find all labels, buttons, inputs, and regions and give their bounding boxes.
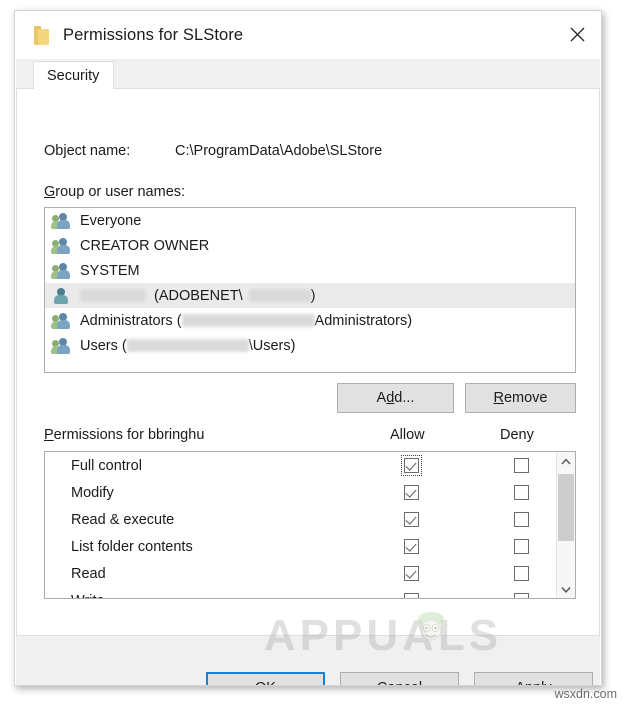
- tab-strip: Security: [16, 59, 600, 89]
- scroll-down-icon[interactable]: [557, 580, 575, 598]
- permission-name: Full control: [71, 457, 142, 474]
- permission-name: Read & execute: [71, 511, 175, 528]
- site-credit: wsxdn.com: [554, 687, 617, 701]
- allow-checkbox[interactable]: [404, 485, 419, 500]
- title-bar: Permissions for SLStore: [15, 11, 601, 59]
- object-name-label: Object name:: [44, 143, 131, 159]
- table-row[interactable]: Read: [45, 560, 556, 587]
- group-icon: [51, 237, 71, 254]
- list-item-label: CREATOR OWNER: [80, 237, 210, 254]
- permission-name: Read: [71, 565, 106, 582]
- close-icon[interactable]: [553, 11, 601, 57]
- table-row[interactable]: Read & execute: [45, 506, 556, 533]
- redacted-username: [80, 289, 146, 302]
- list-item-label: Users (: [80, 337, 127, 354]
- tab-security-label: Security: [47, 67, 100, 84]
- apply-button[interactable]: Apply: [474, 672, 593, 685]
- allow-checkbox[interactable]: [404, 593, 419, 598]
- allow-checkbox[interactable]: [401, 455, 422, 476]
- ok-button[interactable]: OK: [206, 672, 325, 685]
- list-item-suffix: ): [310, 287, 316, 304]
- deny-checkbox[interactable]: [514, 593, 529, 598]
- remove-button[interactable]: Remove: [465, 383, 576, 413]
- table-row[interactable]: Write: [45, 587, 556, 599]
- permission-name: List folder contents: [71, 538, 193, 555]
- permission-name: Modify: [71, 484, 114, 501]
- add-button[interactable]: Ad d...: [337, 383, 454, 413]
- group-or-user-names-label: Group or user names:: [44, 184, 186, 200]
- permissions-rows: Full control Modify Read & execute List …: [45, 452, 556, 598]
- group-icon: [51, 337, 71, 354]
- list-item[interactable]: CREATOR OWNER: [45, 233, 575, 258]
- list-item[interactable]: SYSTEM: [45, 258, 575, 283]
- scroll-up-icon[interactable]: [557, 452, 575, 470]
- list-item-domain: (ADOBENET\: [154, 287, 243, 304]
- user-icon: [52, 287, 71, 304]
- table-row[interactable]: Full control: [45, 452, 556, 479]
- allow-checkbox[interactable]: [404, 539, 419, 554]
- deny-checkbox[interactable]: [514, 539, 529, 554]
- object-name-row: Object name: C:\ProgramData\Adobe\SLStore: [44, 143, 382, 159]
- allow-column-header: Allow: [390, 427, 425, 443]
- redacted-domain-2: [126, 339, 249, 352]
- list-item-label: SYSTEM: [80, 262, 140, 279]
- deny-checkbox[interactable]: [514, 458, 529, 473]
- allow-checkbox[interactable]: [404, 512, 419, 527]
- permission-name: Write: [71, 593, 105, 599]
- list-item-label: Administrators (: [80, 312, 182, 329]
- object-name-value: C:\ProgramData\Adobe\SLStore: [175, 143, 383, 159]
- permissions-scrollbar[interactable]: [556, 452, 575, 598]
- tab-security[interactable]: Security: [33, 61, 115, 89]
- group-icon: [51, 262, 71, 279]
- list-item[interactable]: Everyone: [45, 208, 575, 233]
- permissions-for-label: Permissions for bbringhu: [44, 427, 205, 443]
- list-item[interactable]: Administrators ( Administrators): [45, 308, 575, 333]
- table-row[interactable]: List folder contents: [45, 533, 556, 560]
- allow-checkbox[interactable]: [404, 566, 419, 581]
- list-item-selected[interactable]: (ADOBENET\ ): [45, 283, 575, 308]
- security-tab-panel: Object name: C:\ProgramData\Adobe\SLStore…: [16, 89, 600, 635]
- deny-checkbox[interactable]: [514, 566, 529, 581]
- permissions-listbox[interactable]: Full control Modify Read & execute List …: [44, 451, 576, 599]
- group-icon: [51, 212, 71, 229]
- window-title: Permissions for SLStore: [63, 25, 244, 44]
- group-user-listbox[interactable]: Everyone CREATOR OWNER SYSTEM (ADOBENET\…: [44, 207, 576, 373]
- permissions-dialog: Permissions for SLStore Security Object …: [14, 10, 602, 686]
- group-icon: [51, 312, 71, 329]
- dialog-footer: OK Cancel Apply: [16, 635, 600, 685]
- cancel-button[interactable]: Cancel: [340, 672, 459, 685]
- list-item-suffix: \Users): [248, 337, 296, 354]
- list-item[interactable]: Users ( \Users): [45, 333, 575, 358]
- redacted-username-2: [248, 289, 311, 302]
- list-item-suffix: Administrators): [314, 312, 413, 329]
- deny-checkbox[interactable]: [514, 485, 529, 500]
- scrollbar-thumb[interactable]: [558, 474, 574, 541]
- deny-checkbox[interactable]: [514, 512, 529, 527]
- redacted-domain: [181, 314, 315, 327]
- table-row[interactable]: Modify: [45, 479, 556, 506]
- list-item-label: Everyone: [80, 212, 142, 229]
- folder-icon: [34, 25, 49, 45]
- deny-column-header: Deny: [500, 427, 534, 443]
